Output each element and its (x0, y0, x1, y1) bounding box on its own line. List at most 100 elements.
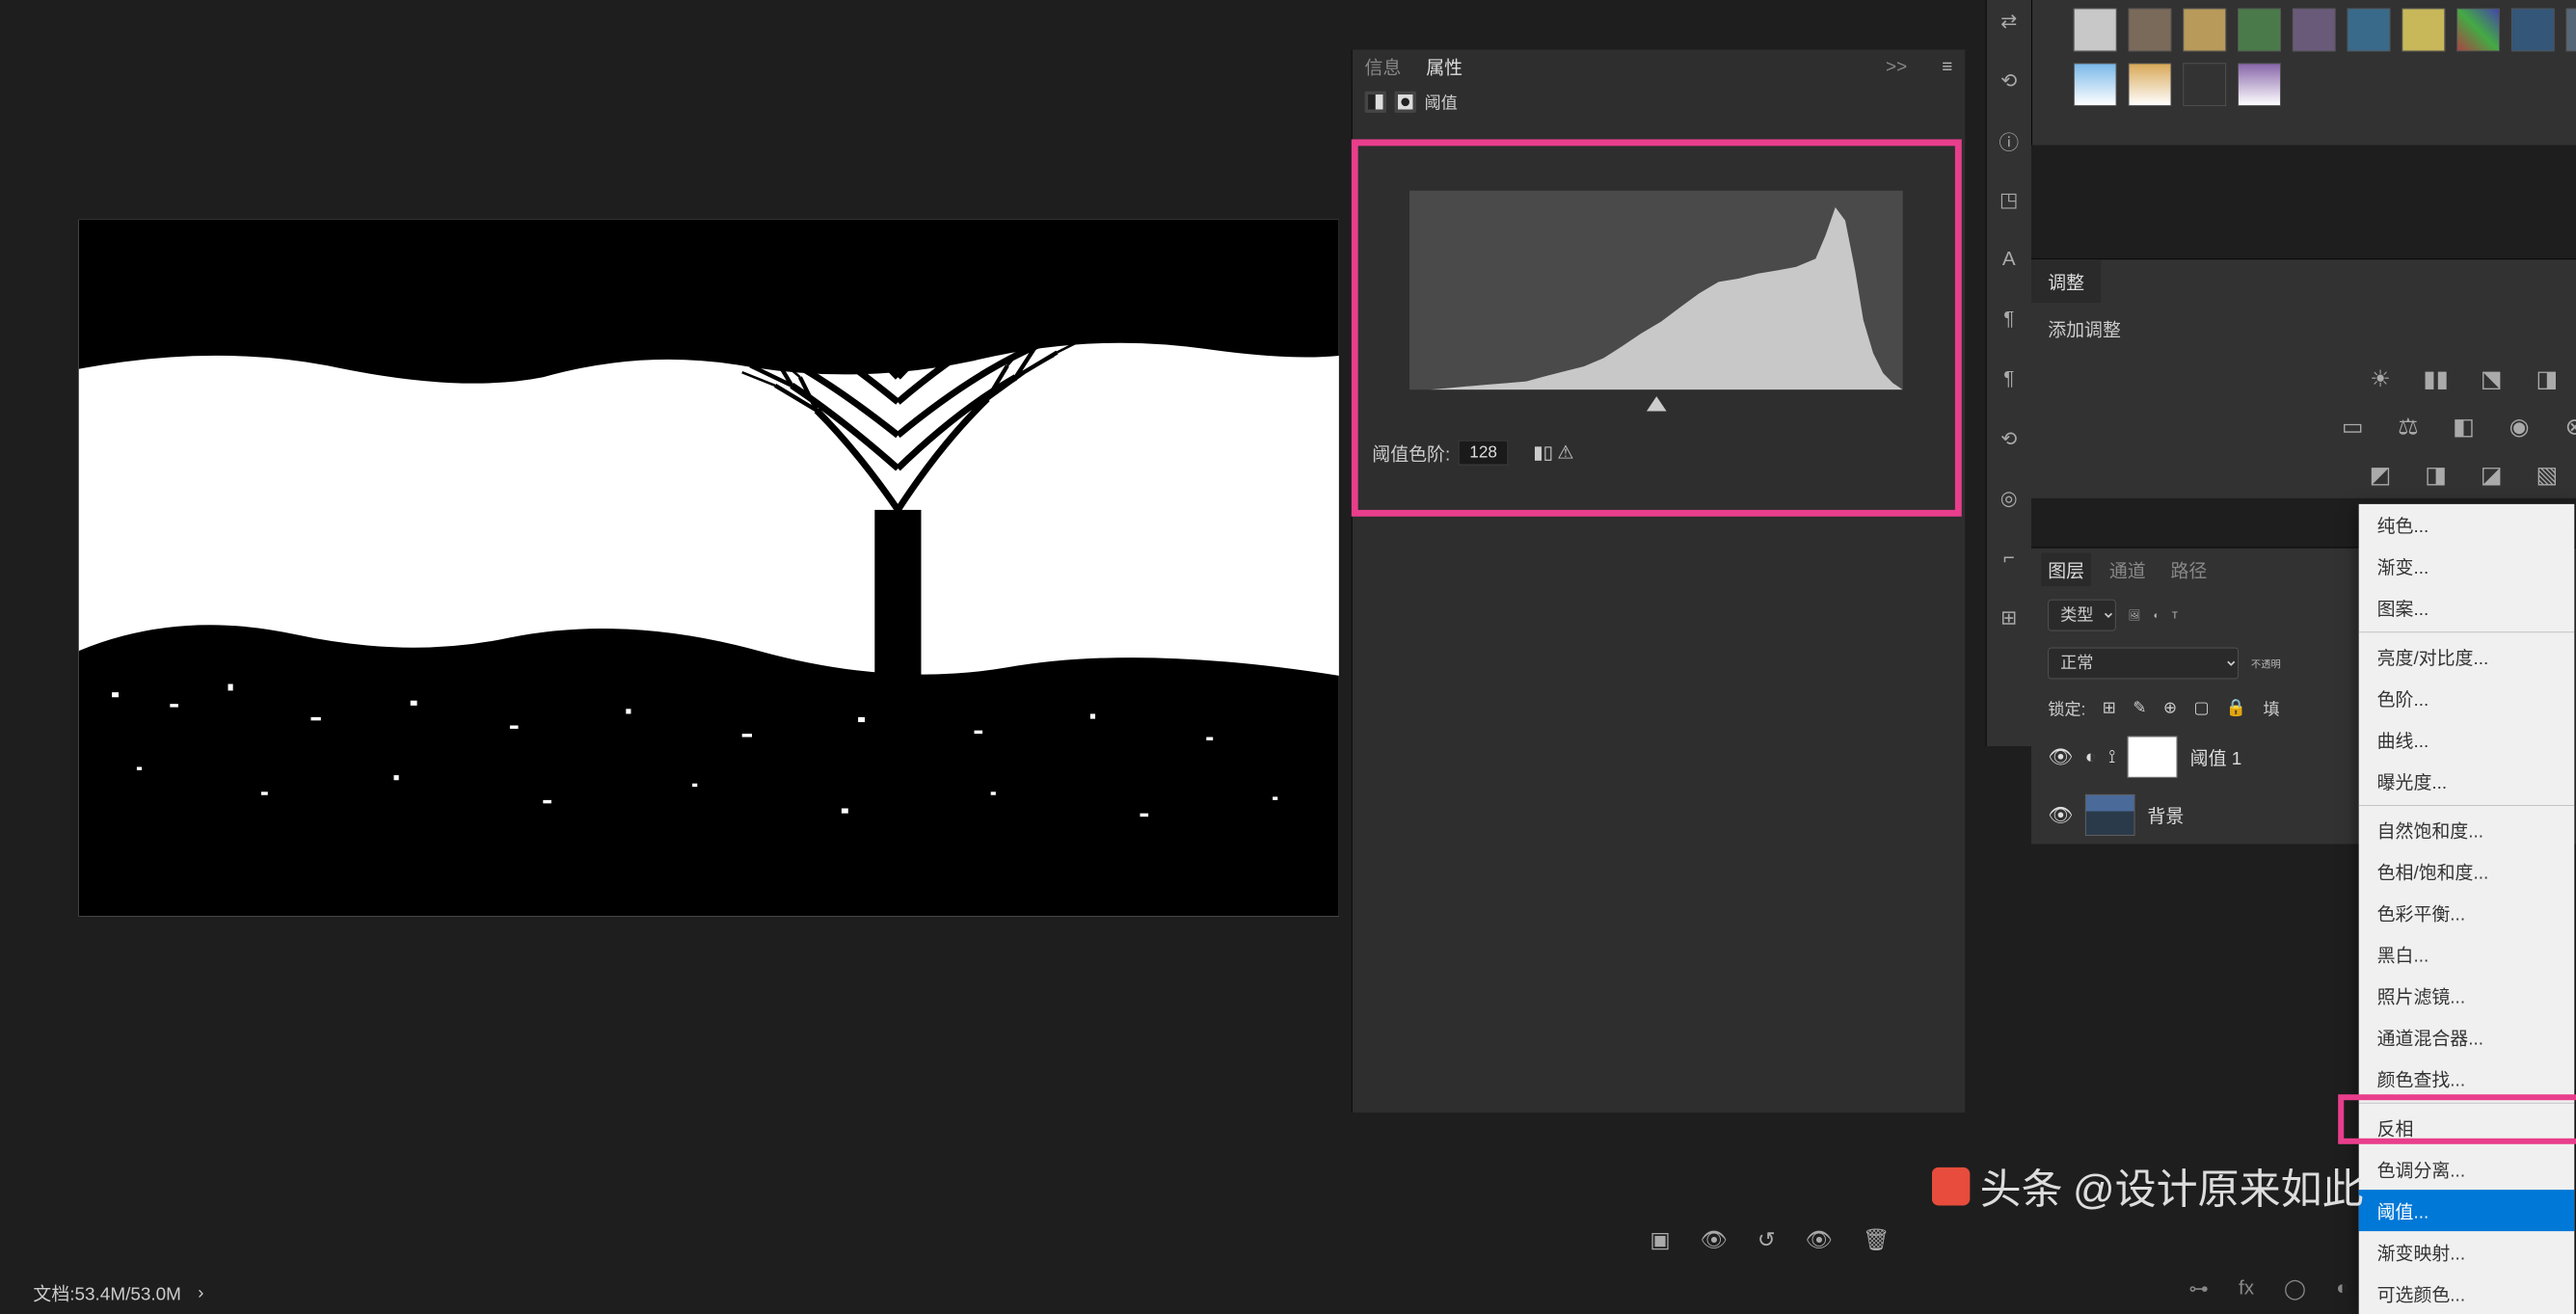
view-previous-icon[interactable]: 👁 (1700, 1227, 1727, 1253)
canvas-area[interactable] (0, 0, 1352, 1078)
channel-mixer-icon[interactable]: ⊗ (2558, 409, 2576, 443)
clip-to-layer-icon[interactable]: ▣ (1650, 1227, 1670, 1253)
menu-channel-mixer[interactable]: 通道混合器... (2359, 1016, 2575, 1058)
fill-label: 填 (2264, 696, 2280, 720)
reset-icon[interactable]: ↺ (1758, 1227, 1776, 1253)
filter-image-icon[interactable]: 🖼 (2129, 609, 2141, 621)
layer-mask-icon[interactable] (1395, 91, 1416, 112)
tab-properties[interactable]: 属性 (1426, 53, 1462, 80)
visibility-toggle-icon[interactable]: 👁 (2048, 803, 2073, 827)
filter-type-icon[interactable]: T (2172, 609, 2178, 621)
tab-info[interactable]: 信息 (1365, 53, 1402, 80)
menu-pattern[interactable]: 图案... (2359, 587, 2575, 629)
layer-thumbnail[interactable] (2085, 794, 2135, 836)
menu-color-balance[interactable]: 色彩平衡... (2359, 892, 2575, 933)
filter-adjust-icon[interactable]: ◐ (2154, 609, 2160, 621)
swatch[interactable] (2074, 9, 2117, 52)
brightness-contrast-icon[interactable]: ☀ (2363, 361, 2398, 395)
color-balance-icon[interactable]: ⚖ (2391, 409, 2426, 443)
gradient-map-icon[interactable]: ▧ (2530, 457, 2564, 492)
swatch[interactable] (2183, 63, 2226, 106)
menu-gradient-map[interactable]: 渐变映射... (2359, 1231, 2575, 1273)
photo-filter-icon[interactable]: ◉ (2502, 409, 2536, 443)
invert-icon[interactable]: ◩ (2363, 457, 2398, 492)
layer-filter-type[interactable]: 类型 (2048, 600, 2116, 631)
bw-icon[interactable]: ◧ (2446, 409, 2481, 443)
posterize-icon[interactable]: ◨ (2419, 457, 2454, 492)
watermark-prefix: 头条 (1980, 1157, 2063, 1217)
swatches-panel (2031, 0, 2576, 146)
menu-vibrance[interactable]: 自然饱和度... (2359, 809, 2575, 850)
strip-adjust-icon[interactable]: ⇄ (1997, 9, 2022, 34)
properties-footer-bar: ▣ 👁 ↺ 👁 🗑 (1650, 1227, 1890, 1253)
strip-history-icon[interactable]: ⟲ (1997, 68, 2022, 94)
lock-pixels-icon[interactable]: ⊞ (2103, 697, 2116, 718)
strip-glyphs-icon[interactable]: ¶ (1997, 366, 2022, 391)
layer-name[interactable]: 阈值 1 (2190, 743, 2242, 770)
swatch[interactable] (2456, 9, 2500, 52)
swatch[interactable] (2074, 63, 2117, 106)
add-mask-icon[interactable]: ◯ (2284, 1276, 2306, 1310)
strip-paragraph-icon[interactable]: ¶ (1997, 307, 2022, 332)
menu-exposure[interactable]: 曝光度... (2359, 761, 2575, 802)
swatch[interactable] (2183, 9, 2226, 52)
swatch-row-1 (2040, 9, 2576, 52)
tab-layers[interactable]: 图层 (2041, 553, 2091, 586)
strip-type-icon[interactable]: A (1997, 247, 2022, 272)
threshold-icon[interactable]: ◪ (2474, 457, 2509, 492)
curves-icon[interactable]: ⬔ (2474, 361, 2509, 395)
new-adjustment-icon[interactable]: ◐ (2336, 1276, 2348, 1310)
menu-levels[interactable]: 色阶... (2359, 678, 2575, 719)
link-icon: ⟟ (2108, 746, 2115, 767)
swatch[interactable] (2566, 9, 2576, 52)
menu-posterize[interactable]: 色调分离... (2359, 1148, 2575, 1190)
swatch[interactable] (2293, 9, 2336, 52)
menu-threshold[interactable]: 阈值... (2359, 1190, 2575, 1231)
strip-cc-icon[interactable]: ◎ (1997, 486, 2022, 511)
layer-fx-icon[interactable]: fx (2239, 1276, 2254, 1310)
menu-gradient[interactable]: 渐变... (2359, 546, 2575, 587)
blend-mode-select[interactable]: 正常 (2048, 648, 2239, 680)
panel-collapse-icon[interactable]: >> (1886, 56, 1907, 77)
lock-label: 锁定: (2048, 696, 2085, 720)
tab-channels[interactable]: 通道 (2109, 556, 2146, 583)
menu-hue-saturation[interactable]: 色相/饱和度... (2359, 850, 2575, 892)
swatch[interactable] (2348, 9, 2391, 52)
add-adjustment-label: 添加调整 (2031, 303, 2576, 354)
menu-solid-color[interactable]: 纯色... (2359, 504, 2575, 546)
lock-brush-icon[interactable]: ✎ (2133, 697, 2146, 718)
document-canvas[interactable] (79, 220, 1339, 916)
lock-position-icon[interactable]: ⊕ (2163, 697, 2177, 718)
menu-curves[interactable]: 曲线... (2359, 719, 2575, 761)
strip-3d-icon[interactable]: ◳ (1997, 187, 2022, 212)
link-layers-icon[interactable]: ⊶ (2188, 1276, 2209, 1310)
strip-crop-icon[interactable]: ⌐ (1997, 546, 2022, 571)
swatch[interactable] (2238, 9, 2281, 52)
panel-menu-icon[interactable]: ≡ (1942, 56, 1952, 77)
tab-paths[interactable]: 路径 (2171, 556, 2208, 583)
lock-artboard-icon[interactable]: ▢ (2193, 697, 2209, 718)
swatch[interactable] (2511, 9, 2555, 52)
strip-grid-icon[interactable]: ⊞ (1997, 605, 2022, 630)
hue-sat-icon[interactable]: ▭ (2335, 409, 2370, 443)
swatch[interactable] (2129, 9, 2172, 52)
lock-all-icon[interactable]: 🔒 (2226, 697, 2246, 718)
swatch[interactable] (2129, 63, 2172, 106)
menu-black-white[interactable]: 黑白... (2359, 933, 2575, 975)
levels-icon[interactable]: ▮▮ (2419, 361, 2454, 395)
menu-color-lookup[interactable]: 颜色查找... (2359, 1058, 2575, 1099)
adjustments-tab[interactable]: 调整 (2031, 259, 2101, 303)
menu-brightness-contrast[interactable]: 亮度/对比度... (2359, 636, 2575, 678)
swatch[interactable] (2402, 9, 2445, 52)
layer-mask-thumbnail[interactable] (2128, 737, 2178, 778)
strip-link-icon[interactable]: ⟲ (1997, 426, 2022, 451)
delete-adjustment-icon[interactable]: 🗑 (1863, 1227, 1890, 1253)
status-disclosure-icon[interactable]: › (198, 1282, 203, 1303)
toggle-visibility-icon[interactable]: 👁 (1806, 1227, 1833, 1253)
visibility-toggle-icon[interactable]: 👁 (2048, 745, 2073, 769)
layer-name[interactable]: 背景 (2147, 802, 2184, 829)
menu-photo-filter[interactable]: 照片滤镜... (2359, 975, 2575, 1016)
exposure-icon[interactable]: ◨ (2530, 361, 2564, 395)
swatch[interactable] (2238, 63, 2281, 106)
strip-info-icon[interactable]: ⓘ (1997, 127, 2022, 152)
